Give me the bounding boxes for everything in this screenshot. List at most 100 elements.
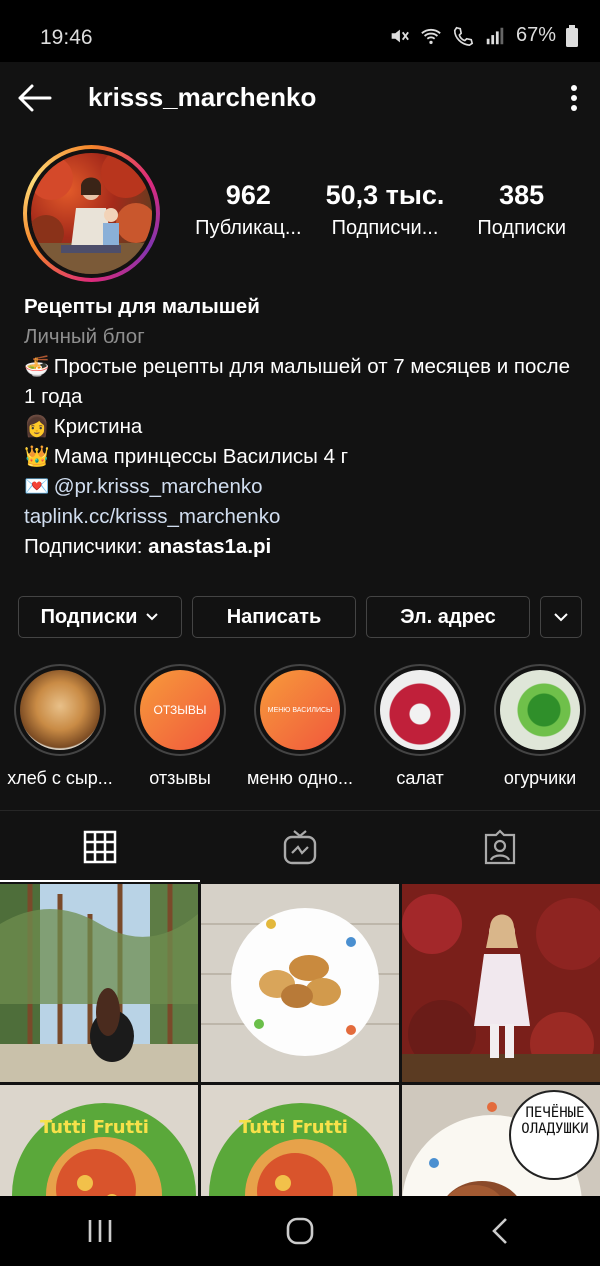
grid-icon (83, 830, 117, 863)
avatar-image (31, 153, 152, 274)
posts-count[interactable]: 962 Публикац... (180, 180, 317, 240)
highlight-cover-bread (20, 670, 100, 750)
plate-text: Tutti Frutti (239, 1117, 348, 1138)
tab-tagged[interactable] (400, 811, 600, 882)
highlight-item[interactable]: хлеб с сыр... (0, 664, 120, 789)
highlight-title: меню одно... (247, 768, 353, 788)
battery-icon (566, 24, 578, 47)
posts-number: 962 (225, 180, 271, 210)
profile-username: krisss_marchenko (88, 82, 317, 112)
highlight-cover-cucumbers (500, 670, 580, 750)
following-button[interactable]: Подписки (18, 596, 182, 638)
email-button[interactable]: Эл. адрес (366, 596, 530, 638)
chevron-down-icon (146, 613, 159, 621)
back-button[interactable] (460, 1206, 540, 1256)
posts-label: Публикац... (195, 217, 302, 239)
post-thumbnail[interactable] (201, 884, 399, 1082)
post-image-forest (0, 884, 198, 1082)
love-letter-emoji-icon: 💌 (24, 475, 50, 498)
chevron-down-icon (554, 613, 568, 622)
highlight-title: хлеб с сыр... (7, 768, 113, 788)
tab-igtv[interactable] (200, 811, 400, 882)
status-time: 19:46 (40, 26, 93, 49)
home-button[interactable] (260, 1206, 340, 1256)
suggestions-button[interactable] (540, 596, 582, 638)
followed-by-prefix: Подписчики: (24, 535, 149, 558)
bio-line-contact: 💌 @pr.krisss_marchenko (24, 472, 584, 502)
plate-text: Tutti Frutti (40, 1117, 149, 1138)
following-label: Подписки (477, 217, 566, 239)
highlight-item[interactable]: ОТЗЫВЫ отзывы (120, 664, 240, 789)
bio-website-link[interactable]: taplink.cc/krisss_marchenko (24, 502, 584, 532)
highlight-item[interactable]: огурчики (480, 664, 600, 789)
followed-by-user[interactable]: anastas1a.pi (148, 535, 271, 558)
status-icons: 67% (388, 24, 578, 47)
highlight-cover-salad (380, 670, 460, 750)
igtv-icon (283, 829, 317, 864)
post-image-pizza-1: Tutti Frutti (0, 1085, 198, 1196)
post-thumbnail[interactable] (0, 884, 198, 1082)
bio-followed-by: Подписчики: anastas1a.pi (24, 532, 584, 562)
following-count[interactable]: 385 Подписки (453, 180, 590, 240)
bio-line3-text: Мама принцессы Василисы 4 г (53, 445, 349, 468)
crown-emoji-icon: 👑 (24, 445, 50, 468)
post-thumbnail[interactable]: Tutti Frutti (0, 1085, 198, 1196)
highlight-item[interactable]: салат (360, 664, 480, 789)
profile-stats: 962 Публикац... 50,3 тыс. Подписчи... 38… (180, 180, 590, 240)
profile-screen: krisss_marchenko 962 Публикац... 50,3 ты… (0, 62, 600, 1196)
post-image-girl-autumn (402, 884, 600, 1082)
highlight-cover-text: МЕНЮ ВАСИЛИСЫ (267, 706, 333, 714)
bio-mention-link[interactable]: @pr.krisss_marchenko (54, 475, 263, 498)
posts-grid: Tutti Frutti Tutti Frutti ПЕЧЁНЫЕ ОЛАДУШ… (0, 884, 600, 1196)
post-image-oladushki (402, 1085, 600, 1196)
message-button[interactable]: Написать (192, 596, 356, 638)
post-thumbnail[interactable]: Tutti Frutti (201, 1085, 399, 1196)
followers-label: Подписчи... (331, 217, 439, 239)
highlight-title: салат (396, 768, 444, 788)
tab-posts-grid[interactable] (0, 811, 200, 882)
bio-category: Личный блог (24, 325, 145, 348)
highlight-item[interactable]: МЕНЮ ВАСИЛИСЫ меню одно... (240, 664, 360, 789)
profile-actions: Подписки Написать Эл. адрес (18, 596, 582, 638)
followers-number: 50,3 тыс. (325, 180, 445, 210)
profile-avatar[interactable] (23, 145, 160, 282)
system-nav-bar (0, 1196, 600, 1266)
avatar-photo (31, 153, 152, 274)
bio-line-mom: 👑 Мама принцессы Василисы 4 г (24, 442, 584, 472)
highlight-cover-reviews: ОТЗЫВЫ (140, 670, 220, 750)
back-chevron-icon (492, 1218, 507, 1244)
battery-percent: 67% (515, 24, 556, 46)
home-icon (286, 1217, 314, 1245)
bio-line2-text: Кристина (53, 415, 143, 438)
call-icon (453, 26, 474, 46)
recent-apps-button[interactable] (60, 1206, 140, 1256)
post-thumbnail[interactable] (402, 884, 600, 1082)
highlight-title: отзывы (149, 768, 211, 788)
following-number: 385 (499, 180, 545, 210)
tagged-user-icon (484, 828, 516, 864)
bio-line1-text: Простые рецепты для малышей от 7 месяцев… (24, 355, 570, 408)
bio-name: Рецепты для малышей (24, 295, 260, 318)
woman-emoji-icon: 👩 (24, 415, 50, 438)
status-bar: 19:46 67% (0, 0, 600, 62)
post-image-pancakes (201, 884, 399, 1082)
highlight-cover-menu: МЕНЮ ВАСИЛИСЫ (260, 670, 340, 750)
following-button-label: Подписки (40, 605, 138, 628)
followers-count[interactable]: 50,3 тыс. Подписчи... (317, 180, 454, 240)
post-caption-badge: ПЕЧЁНЫЕ ОЛАДУШКИ (521, 1105, 589, 1137)
noodles-emoji-icon: 🍜 (24, 355, 50, 378)
highlight-title: огурчики (503, 768, 577, 788)
back-arrow-icon[interactable] (14, 80, 54, 116)
post-thumbnail[interactable]: ПЕЧЁНЫЕ ОЛАДУШКИ (402, 1085, 600, 1196)
bio-line-recipes: 🍜 Простые рецепты для малышей от 7 месяц… (24, 352, 584, 412)
bio-line-name: 👩 Кристина (24, 412, 584, 442)
more-options-icon[interactable] (562, 82, 586, 114)
post-image-pizza-2: Tutti Frutti (201, 1085, 399, 1196)
signal-icon (486, 27, 504, 44)
top-header: krisss_marchenko (0, 62, 600, 134)
recent-apps-icon (88, 1220, 112, 1242)
mute-icon (391, 29, 409, 42)
profile-tabs (0, 810, 600, 882)
highlight-cover-text: ОТЗЫВЫ (153, 703, 207, 717)
story-highlights: хлеб с сыр... ОТЗЫВЫ отзывы МЕНЮ ВАСИЛИС… (0, 664, 600, 789)
